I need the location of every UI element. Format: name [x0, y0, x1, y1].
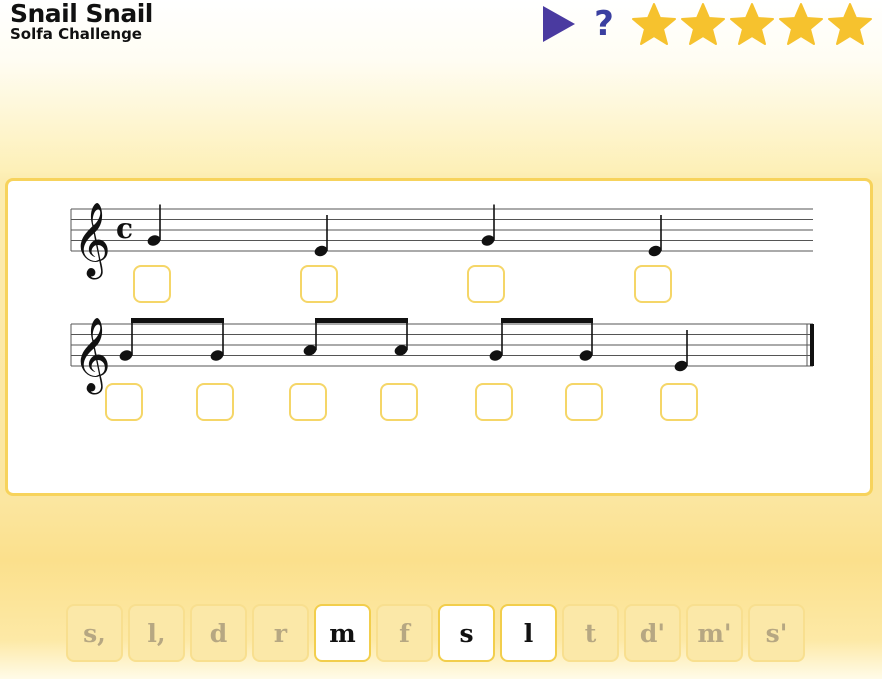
answer-box[interactable]: [467, 265, 505, 303]
solfa-key[interactable]: m: [314, 604, 371, 662]
help-button[interactable]: ?: [585, 2, 623, 46]
solfa-key[interactable]: l: [500, 604, 557, 662]
star-icon: [777, 2, 825, 46]
star-icon: [679, 2, 727, 46]
staff-line-2: 𝄞: [70, 318, 814, 395]
solfa-key[interactable]: s: [438, 604, 495, 662]
treble-clef-icon: 𝄞: [73, 318, 111, 395]
treble-clef-icon: 𝄞: [73, 203, 111, 280]
answer-box[interactable]: [289, 383, 327, 421]
answer-box[interactable]: [105, 383, 143, 421]
answer-box[interactable]: [660, 383, 698, 421]
star-icon: [826, 2, 874, 46]
answer-box[interactable]: [133, 265, 171, 303]
solfa-keyboard: s, l, d r m f s l t d' m' s': [66, 604, 810, 662]
solfa-key: f: [376, 604, 433, 662]
game-title: Snail Snail: [10, 0, 153, 28]
star-icon: [728, 2, 776, 46]
answer-box[interactable]: [634, 265, 672, 303]
play-button[interactable]: [539, 2, 579, 46]
star-rating: [629, 2, 874, 46]
game-subtitle: Solfa Challenge: [10, 25, 142, 43]
answer-box[interactable]: [565, 383, 603, 421]
time-signature: c: [116, 212, 133, 245]
solfa-key: d': [624, 604, 681, 662]
star-icon: [630, 2, 678, 46]
solfa-key: m': [686, 604, 743, 662]
solfa-key: s': [748, 604, 805, 662]
note-beam: [131, 318, 224, 323]
solfa-key: d: [190, 604, 247, 662]
solfa-key: t: [562, 604, 619, 662]
note-beam: [315, 318, 408, 323]
note-beam: [501, 318, 593, 323]
final-barline-thick: [810, 324, 814, 366]
music-score: 𝄞 c 𝄞: [70, 203, 814, 395]
solfa-key: r: [252, 604, 309, 662]
title-block: Snail Snail Solfa Challenge: [10, 0, 153, 42]
solfa-key: l,: [128, 604, 185, 662]
top-controls: ?: [539, 2, 874, 46]
answer-box[interactable]: [475, 383, 513, 421]
answer-box[interactable]: [196, 383, 234, 421]
play-icon: [543, 6, 575, 42]
answer-box[interactable]: [300, 265, 338, 303]
solfa-key: s,: [66, 604, 123, 662]
staff-line-1: 𝄞 c: [70, 203, 813, 280]
answer-box[interactable]: [380, 383, 418, 421]
score-panel: 𝄞 c 𝄞: [5, 178, 873, 496]
